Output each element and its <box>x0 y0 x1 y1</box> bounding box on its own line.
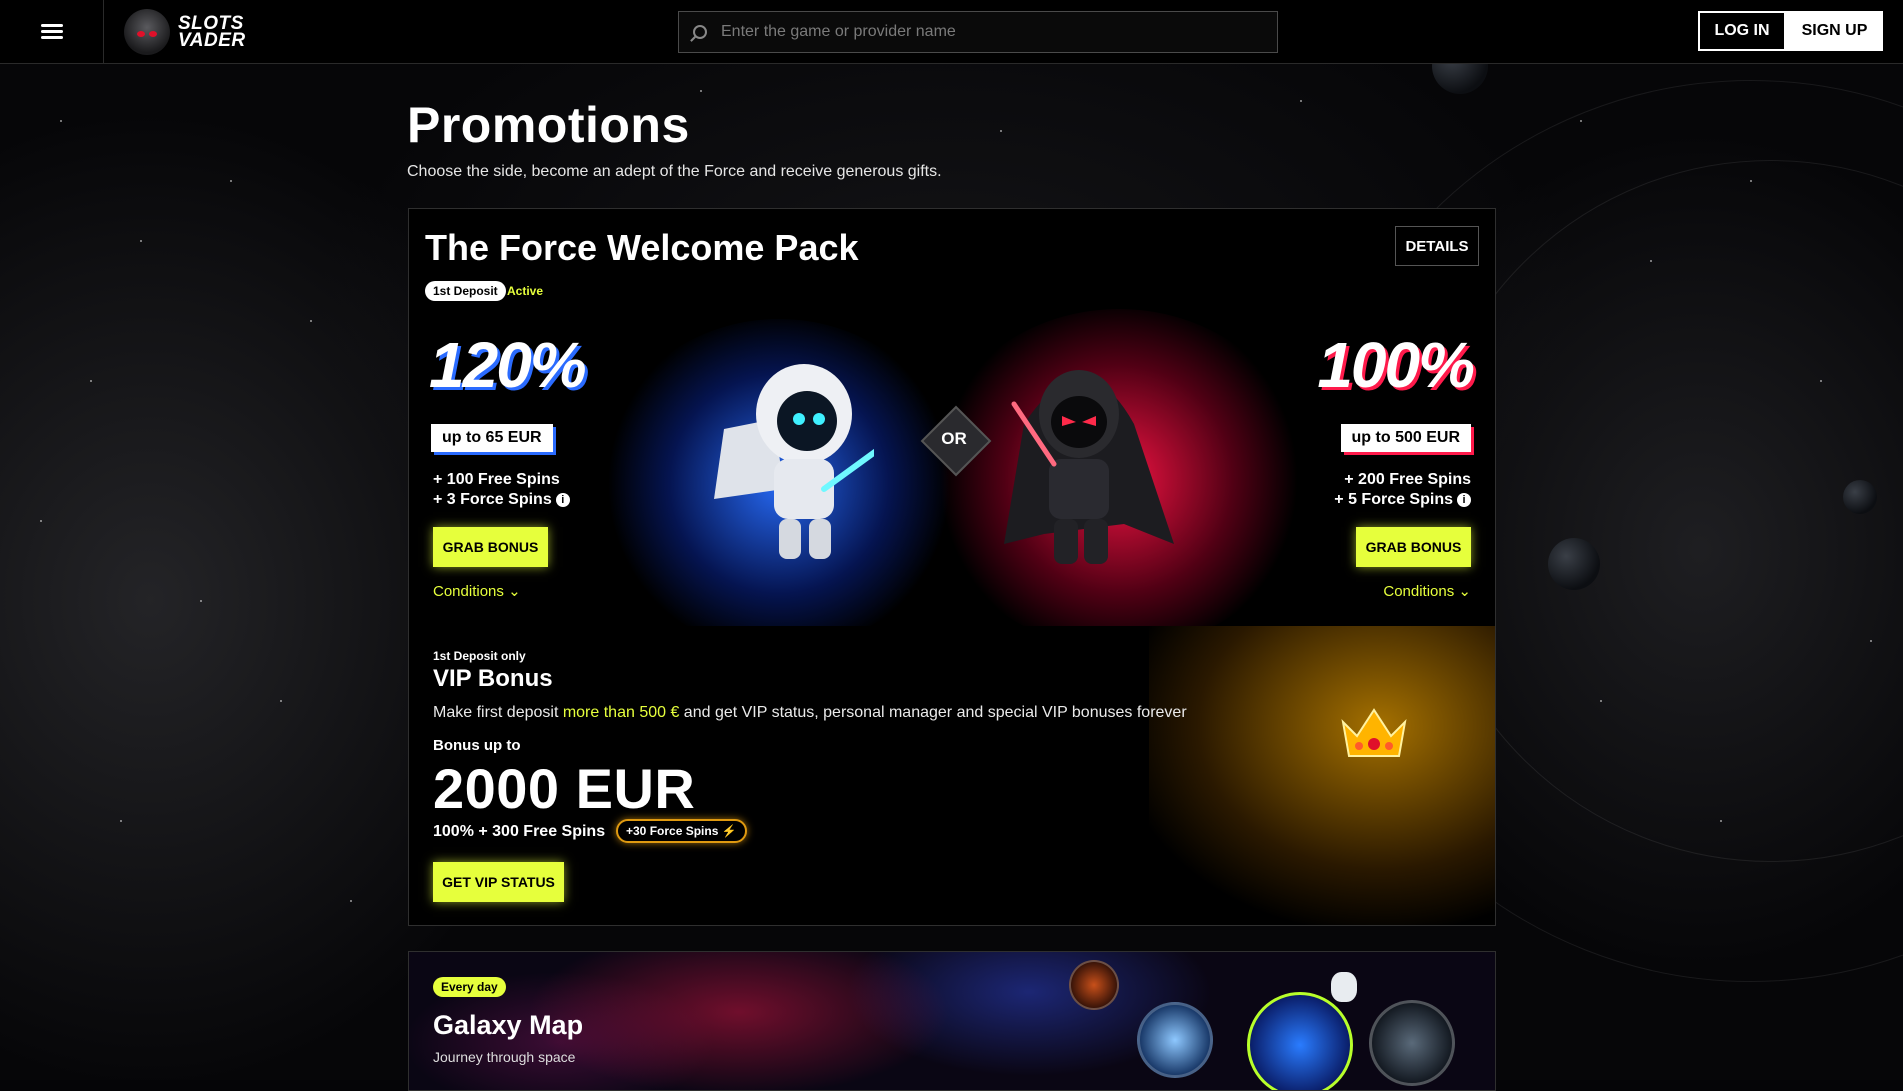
planet-icon <box>1247 992 1353 1090</box>
grab-bonus-button-left[interactable]: GRAB BONUS <box>433 527 548 567</box>
page-subtitle: Choose the side, become an adept of the … <box>407 163 942 180</box>
planet-icon <box>1137 1002 1213 1078</box>
status-badge: Active <box>507 284 544 298</box>
site-logo[interactable]: SLOTS VADER <box>124 9 246 55</box>
vip-bonus-section: 1st Deposit only VIP Bonus Make first de… <box>409 626 1495 925</box>
vip-small-label: 1st Deposit only <box>433 649 526 663</box>
login-button[interactable]: LOG IN <box>1698 11 1786 51</box>
galaxy-subtitle: Journey through space <box>433 1049 576 1065</box>
helmet-logo-icon <box>124 9 170 55</box>
signup-button[interactable]: SIGN UP <box>1786 11 1883 51</box>
conditions-link-right[interactable]: Conditions ⌄ <box>1383 582 1471 600</box>
vip-bonus-upto-label: Bonus up to <box>433 737 521 754</box>
search-bar[interactable] <box>678 11 1278 53</box>
planet-decoration <box>1843 480 1877 514</box>
planet-decoration <box>1548 538 1600 590</box>
conditions-link-left[interactable]: Conditions ⌄ <box>433 582 521 600</box>
vip-desc-text: Make first deposit <box>433 704 563 721</box>
vip-description: Make first deposit more than 500 € and g… <box>433 704 1187 722</box>
crown-icon <box>1341 708 1407 757</box>
force-welcome-pack-card: The Force Welcome Pack DETAILS 1st Depos… <box>408 208 1496 926</box>
vip-spins: 100% + 300 Free Spins <box>433 823 606 840</box>
right-offer-force-spins-row: + 5 Force Spins i <box>1334 491 1471 509</box>
vip-desc-highlight: more than 500 € <box>562 704 680 721</box>
search-icon <box>693 25 707 39</box>
info-icon[interactable]: i <box>555 493 570 507</box>
astronaut-icon <box>1331 972 1357 1002</box>
dark-side-hero-image <box>1004 370 1174 564</box>
deposit-tag: 1st Deposit <box>425 281 506 301</box>
force-spins-badge: +30 Force Spins ⚡ <box>616 819 747 843</box>
frequency-tag: Every day <box>433 977 506 997</box>
vip-title: VIP Bonus <box>433 665 553 692</box>
chevron-down-icon: ⌄ <box>508 583 521 600</box>
left-offer-force-spins-row: + 3 Force Spins i <box>433 491 570 509</box>
info-icon[interactable]: i <box>1457 493 1471 507</box>
left-offer-force-spins: + 3 Force Spins <box>433 491 552 508</box>
grab-bonus-button-right[interactable]: GRAB BONUS <box>1356 527 1471 567</box>
top-navigation-bar: SLOTS VADER LOG IN SIGN UP <box>0 0 1903 64</box>
search-input[interactable] <box>719 22 1263 42</box>
vip-desc-text: and get VIP status, personal manager and… <box>679 704 1187 721</box>
or-label: OR <box>941 429 967 448</box>
get-vip-status-button[interactable]: GET VIP STATUS <box>433 862 564 902</box>
chevron-down-icon: ⌄ <box>1458 583 1471 600</box>
logo-text: SLOTS VADER <box>178 14 246 51</box>
vip-gold-glow <box>1149 626 1495 925</box>
left-offer-free-spins: + 100 Free Spins <box>433 471 560 488</box>
page-title: Promotions <box>407 97 690 153</box>
menu-button[interactable] <box>0 0 104 63</box>
galaxy-map-card[interactable]: Every day Galaxy Map Journey through spa… <box>408 951 1496 1091</box>
hamburger-icon <box>40 21 63 42</box>
conditions-label: Conditions <box>433 583 504 600</box>
right-offer-force-spins: + 5 Force Spins <box>1334 491 1453 508</box>
left-offer-upto: up to 65 EUR <box>431 424 553 452</box>
planet-icon <box>1069 960 1119 1010</box>
logo-line-2: VADER <box>178 30 246 51</box>
right-offer-percent: 100% <box>1317 329 1475 401</box>
galaxy-title: Galaxy Map <box>433 1010 584 1040</box>
right-offer-upto: up to 500 EUR <box>1340 424 1471 452</box>
left-offer-percent: 120% <box>429 329 587 401</box>
promo-title: The Force Welcome Pack <box>425 227 859 268</box>
vip-bonus-amount: 2000 EUR <box>433 757 696 820</box>
light-side-hero-image <box>714 364 874 559</box>
conditions-label: Conditions <box>1383 583 1455 600</box>
satellite-icon <box>1369 1000 1455 1086</box>
right-offer-free-spins: + 200 Free Spins <box>1344 471 1471 488</box>
details-button[interactable]: DETAILS <box>1395 226 1479 266</box>
